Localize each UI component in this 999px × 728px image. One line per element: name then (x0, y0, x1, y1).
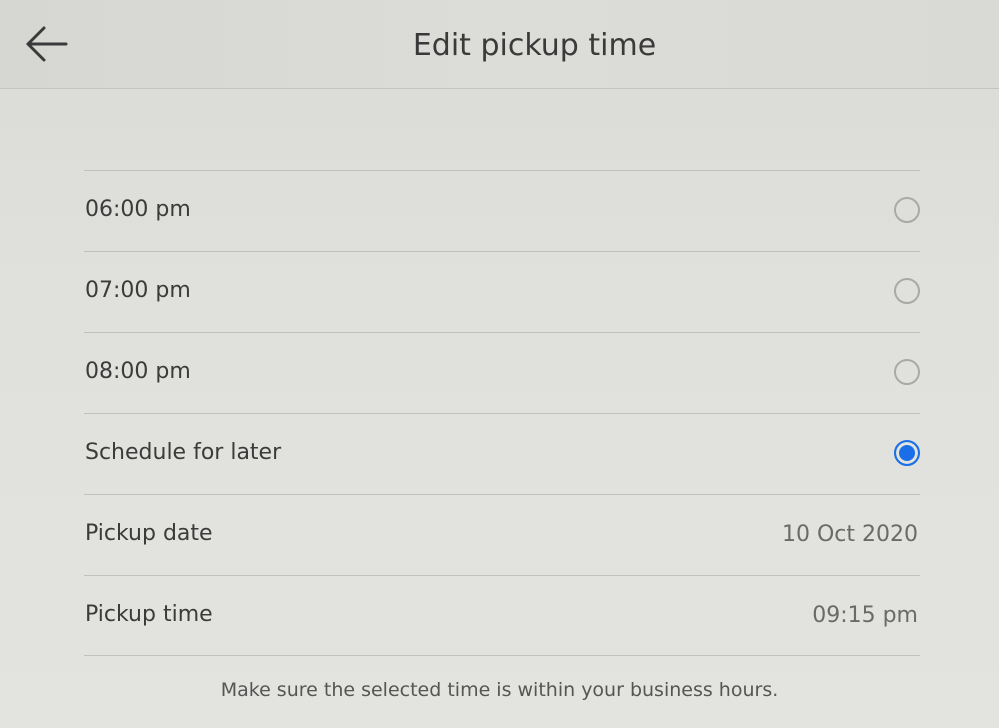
option-row-0800[interactable]: 08:00 pm (84, 332, 920, 413)
option-row-schedule-later[interactable]: Schedule for later (84, 413, 920, 494)
pickup-date-label: Pickup date (85, 521, 213, 546)
radio-button-0700[interactable] (894, 278, 920, 304)
option-label: 07:00 pm (85, 278, 191, 303)
radio-button-schedule-later[interactable] (894, 440, 920, 466)
pickup-time-value: 09:15 pm (812, 603, 918, 628)
pickup-date-value: 10 Oct 2020 (781, 522, 918, 547)
pickup-date-row[interactable]: Pickup date 10 Oct 2020 (84, 494, 920, 575)
radio-button-0800[interactable] (894, 359, 920, 385)
option-row-0600[interactable]: 06:00 pm (84, 170, 920, 251)
option-label: 08:00 pm (85, 359, 191, 384)
option-label: 06:00 pm (85, 197, 191, 222)
pickup-time-row[interactable]: Pickup time 09:15 pm (84, 575, 920, 656)
option-label: Schedule for later (85, 440, 282, 465)
radio-button-0600[interactable] (894, 197, 920, 223)
page-title: Edit pickup time (412, 28, 657, 63)
header-bar: Edit pickup time (0, 0, 999, 89)
pickup-options-list: 06:00 pm 07:00 pm 08:00 pm Schedule for … (84, 170, 920, 656)
pickup-time-label: Pickup time (85, 602, 213, 627)
option-row-0700[interactable]: 07:00 pm (84, 251, 920, 332)
business-hours-hint: Make sure the selected time is within yo… (220, 679, 779, 701)
